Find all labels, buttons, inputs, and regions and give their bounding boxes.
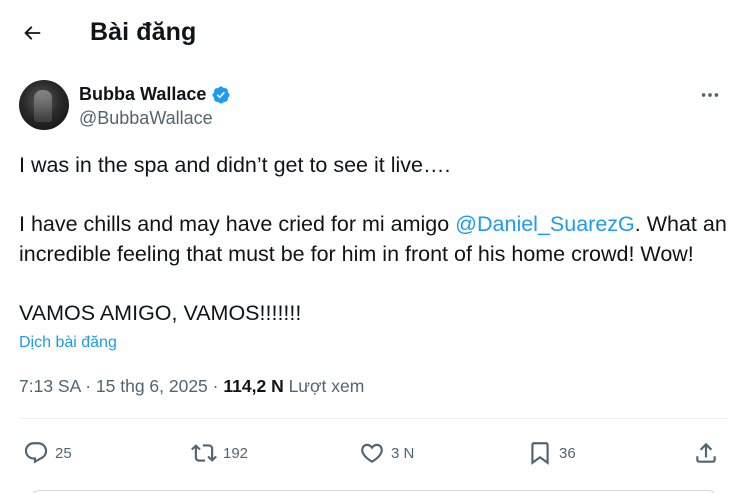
repost-count: 192 [223,444,249,462]
views-label[interactable]: Lượt xem [289,376,365,396]
back-button[interactable] [14,15,50,51]
avatar[interactable] [19,80,69,130]
post-metadata: 7:13 SA · 15 thg 6, 2025 · 114,2 N Lượt … [19,376,364,397]
meta-separator: · [85,376,92,396]
reply-icon [24,442,48,464]
post-text-line: I have chills and may have cried for mi … [19,209,729,239]
verified-badge-icon[interactable] [211,85,231,105]
views-count[interactable]: 114,2 N [223,376,283,396]
bookmark-button[interactable]: 36 [527,436,576,470]
more-options-button[interactable] [693,82,727,108]
mention-link[interactable]: @Daniel_SuarezG [455,212,635,236]
post-text-segment: I have chills and may have cried for mi … [19,212,456,236]
share-icon [696,442,716,463]
repost-icon [191,444,217,462]
reply-button[interactable]: 25 [23,436,72,470]
author-handle[interactable]: @BubbaWallace [79,108,213,129]
author-display-name[interactable]: Bubba Wallace [79,84,206,105]
meta-separator: · [212,376,219,396]
heart-icon [361,443,383,463]
action-bar: 25 192 3 N 36 [19,436,729,470]
arrow-left-icon [24,26,41,40]
more-horizontal-icon [701,93,719,97]
divider [19,418,729,419]
post-author: Bubba Wallace @BubbaWallace [19,80,729,132]
post-text-segment: . What an [634,212,727,236]
post-time[interactable]: 7:13 SA [19,376,80,396]
post-text: I was in the spa and didn’t get to see i… [19,150,729,328]
top-bar: Bài đăng [0,0,747,66]
post-text-line: I was in the spa and didn’t get to see i… [19,153,451,177]
author-name-row[interactable]: Bubba Wallace [79,84,231,105]
bookmark-icon [531,442,549,465]
repost-button[interactable]: 192 [191,436,248,470]
reply-count: 25 [55,444,72,462]
post-text-line: incredible feeling that must be for him … [19,242,694,266]
bookmark-count: 36 [559,444,576,462]
translate-post-link[interactable]: Dịch bài đăng [19,334,117,352]
post-text-line: VAMOS AMIGO, VAMOS!!!!!!! [19,301,302,325]
share-button[interactable] [693,436,719,470]
page-title: Bài đăng [90,18,197,46]
like-button[interactable]: 3 N [359,436,414,470]
post-date[interactable]: 15 thg 6, 2025 [96,376,208,396]
like-count: 3 N [391,444,415,462]
